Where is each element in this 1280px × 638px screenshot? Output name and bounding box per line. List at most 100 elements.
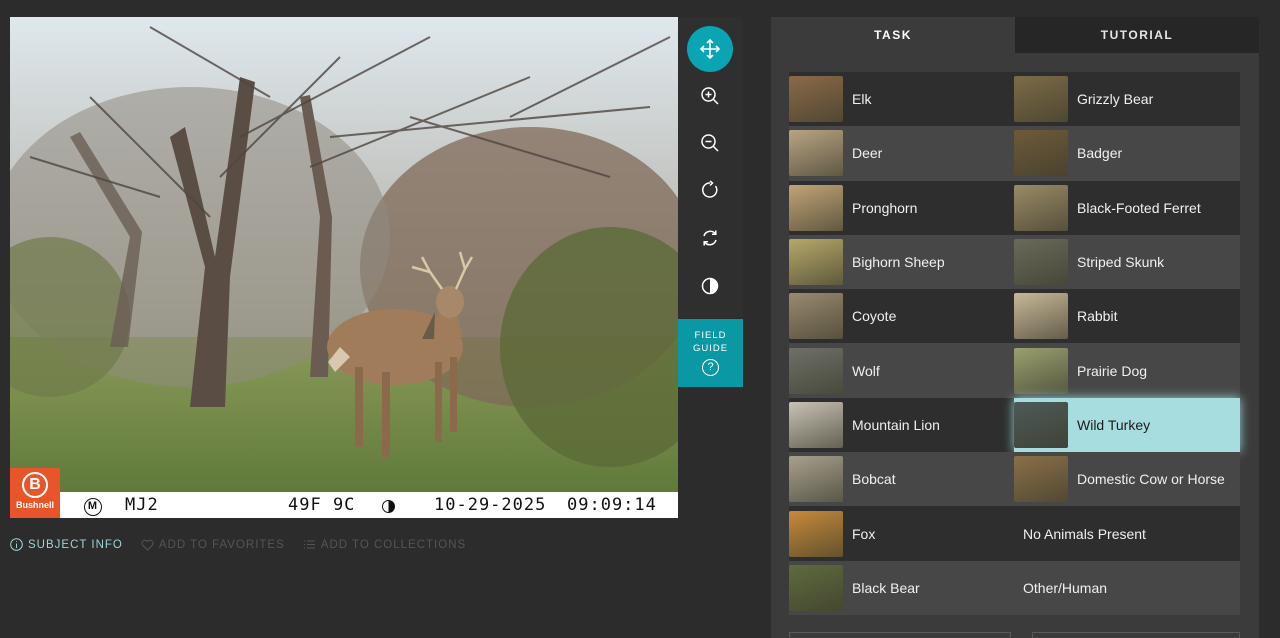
move-tool-button[interactable]: [687, 26, 733, 72]
badger-thumb: [1014, 130, 1068, 177]
choice-coyote[interactable]: Coyote: [789, 289, 1014, 344]
choice-label: Elk: [852, 91, 872, 108]
choice-label: Pronghorn: [852, 199, 918, 216]
temperature: 49F 9C: [288, 495, 356, 515]
black-bear-thumb: [789, 564, 843, 611]
choice-domestic-cow-or-horse[interactable]: Domestic Cow or Horse: [1014, 452, 1240, 507]
rabbit-thumb: [1014, 293, 1068, 340]
choice-rabbit[interactable]: Rabbit: [1014, 289, 1240, 344]
bushnell-logo-text: Bushnell: [15, 500, 54, 510]
photo-info-stamp: M MJ2 49F 9C 10-29-2025 09:09:14: [10, 492, 678, 518]
reset-view-button[interactable]: [687, 215, 733, 261]
choice-label: Grizzly Bear: [1077, 91, 1154, 108]
trail-camera-photo: [10, 17, 678, 492]
footer-button-right[interactable]: [1032, 632, 1240, 638]
photo-time: 09:09:14: [567, 495, 657, 515]
choice-grizzly-bear[interactable]: Grizzly Bear: [1014, 72, 1240, 127]
zoom-in-button[interactable]: [687, 73, 733, 119]
info-icon: [10, 538, 23, 551]
image-toolbar: [678, 17, 743, 318]
choice-other-human[interactable]: Other/Human: [1014, 560, 1240, 615]
field-guide-button[interactable]: FIELD GUIDE ?: [678, 319, 743, 387]
field-guide-label: FIELD GUIDE: [678, 329, 743, 355]
zoom-out-button[interactable]: [687, 120, 733, 166]
list-icon: [303, 540, 315, 549]
skunk-thumb: [1014, 239, 1068, 286]
choice-black-footed-ferret[interactable]: Black-Footed Ferret: [1014, 180, 1240, 235]
choice-deer[interactable]: Deer: [789, 126, 1014, 181]
zoom-in-icon: [701, 87, 719, 105]
cow-horse-thumb: [1014, 456, 1068, 503]
choice-wolf[interactable]: Wolf: [789, 343, 1014, 398]
choice-label: Black Bear: [852, 579, 920, 596]
add-to-favorites-link[interactable]: ADD TO FAVORITES: [141, 538, 285, 551]
wild-turkey-thumb: [1014, 401, 1068, 448]
choice-wild-turkey[interactable]: Wild Turkey: [1014, 397, 1240, 453]
invert-colors-button[interactable]: [687, 263, 733, 309]
field-guide-line1: FIELD: [694, 330, 727, 341]
mountain-lion-thumb: [789, 401, 843, 448]
deer-thumb: [789, 130, 843, 177]
subject-image-viewer[interactable]: M MJ2 49F 9C 10-29-2025 09:09:14 B Bushn…: [10, 17, 678, 518]
zoom-out-icon: [701, 134, 719, 152]
choice-label: Bobcat: [852, 471, 896, 488]
add-to-collections-label: ADD TO COLLECTIONS: [320, 538, 467, 551]
choice-black-bear[interactable]: Black Bear: [789, 560, 1014, 615]
choice-label: No Animals Present: [1023, 525, 1146, 542]
elk-thumb: [789, 76, 843, 123]
choice-bobcat[interactable]: Bobcat: [789, 452, 1014, 507]
choice-label: Domestic Cow or Horse: [1077, 471, 1225, 488]
contrast-icon: [701, 277, 719, 295]
choice-label: Prairie Dog: [1077, 362, 1148, 379]
choice-elk[interactable]: Elk: [789, 72, 1014, 127]
camera-id: MJ2: [125, 495, 159, 515]
task-footer-buttons: [789, 632, 1240, 638]
choice-label: Other/Human: [1023, 579, 1108, 596]
choice-label: Mountain Lion: [852, 416, 940, 433]
subject-info-label: SUBJECT INFO: [28, 538, 123, 551]
panel-tabs: TASK TUTORIAL: [771, 17, 1259, 53]
bighorn-sheep-thumb: [789, 239, 843, 286]
tab-tutorial[interactable]: TUTORIAL: [1015, 17, 1259, 53]
rotate-button[interactable]: [687, 167, 733, 213]
choice-label: Deer: [852, 145, 883, 162]
choice-fox[interactable]: Fox: [789, 506, 1014, 561]
mode-letter: M: [84, 498, 102, 516]
choice-label: Wolf: [852, 362, 880, 379]
add-to-favorites-label: ADD TO FAVORITES: [158, 538, 285, 551]
field-guide-line2: GUIDE: [692, 343, 729, 354]
choice-pronghorn[interactable]: Pronghorn: [789, 180, 1014, 235]
choice-mountain-lion[interactable]: Mountain Lion: [789, 397, 1014, 453]
choice-label: Black-Footed Ferret: [1077, 199, 1201, 216]
ferret-thumb: [1014, 184, 1068, 231]
coyote-thumb: [789, 293, 843, 340]
task-panel: TASK TUTORIAL Elk Grizzly Bear Deer Badger P…: [771, 17, 1259, 638]
help-icon: ?: [702, 359, 719, 376]
photo-date: 10-29-2025: [434, 495, 547, 515]
choice-label: Fox: [852, 525, 876, 542]
subject-meta-links: SUBJECT INFO ADD TO FAVORITES ADD TO COL…: [10, 538, 466, 551]
choice-no-animals-present[interactable]: No Animals Present: [1014, 506, 1240, 561]
bushnell-logo-letter: B: [22, 472, 48, 498]
fox-thumb: [789, 510, 843, 557]
refresh-icon: [703, 230, 717, 246]
bushnell-logo: B Bushnell: [10, 468, 60, 518]
move-icon: [699, 38, 721, 60]
choice-prairie-dog[interactable]: Prairie Dog: [1014, 343, 1240, 398]
prairie-dog-thumb: [1014, 347, 1068, 394]
choice-badger[interactable]: Badger: [1014, 126, 1240, 181]
wolf-thumb: [789, 347, 843, 394]
heart-icon: [141, 539, 154, 551]
choice-bighorn-sheep[interactable]: Bighorn Sheep: [789, 234, 1014, 290]
choice-label: Coyote: [852, 308, 897, 325]
choice-striped-skunk[interactable]: Striped Skunk: [1014, 234, 1240, 290]
choice-label: Rabbit: [1077, 308, 1118, 325]
add-to-collections-link[interactable]: ADD TO COLLECTIONS: [303, 538, 466, 551]
tab-task[interactable]: TASK: [771, 17, 1015, 53]
subject-info-link[interactable]: SUBJECT INFO: [10, 538, 123, 551]
bobcat-thumb: [789, 456, 843, 503]
species-choice-grid: Elk Grizzly Bear Deer Badger Pronghorn Black-…: [789, 72, 1240, 615]
choice-label: Bighorn Sheep: [852, 254, 945, 271]
footer-button-left[interactable]: [789, 632, 1011, 638]
choice-label: Badger: [1077, 145, 1123, 162]
